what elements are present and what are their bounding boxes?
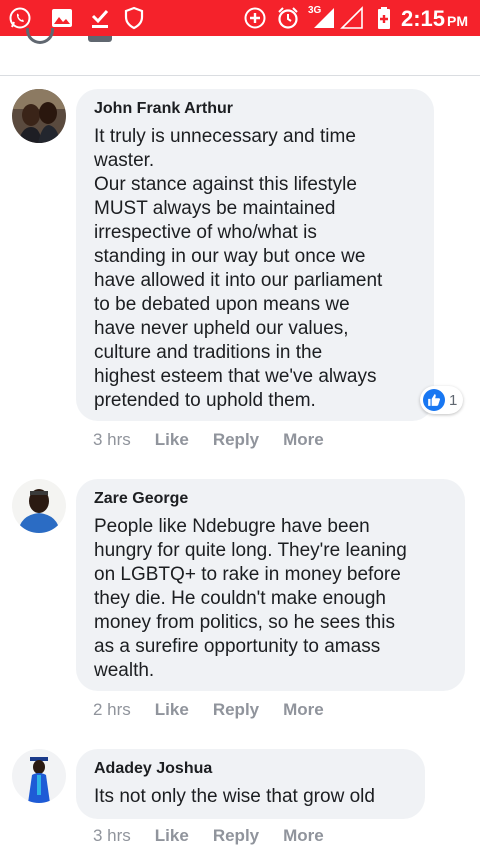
comment-actions: 2 hrs Like Reply More — [93, 700, 348, 720]
comment-text: People like Ndebugre have been hungry fo… — [94, 516, 407, 681]
shield-icon — [122, 6, 146, 30]
like-icon — [423, 389, 445, 411]
comment-text: It truly is unnecessary and time waster.… — [94, 126, 383, 411]
comment-bubble: John Frank Arthur It truly is unnecessar… — [76, 89, 434, 421]
partial-icon — [88, 36, 112, 42]
like-button[interactable]: Like — [155, 700, 189, 720]
image-icon — [50, 6, 74, 30]
comment-time[interactable]: 3 hrs — [93, 430, 131, 450]
scrolled-header-partial — [0, 28, 480, 76]
more-button[interactable]: More — [283, 826, 324, 846]
comment-time[interactable]: 3 hrs — [93, 826, 131, 846]
reply-button[interactable]: Reply — [213, 700, 259, 720]
divider — [0, 75, 480, 76]
comment-author[interactable]: John Frank Arthur — [94, 99, 418, 119]
reaction-summary[interactable]: 1 — [420, 386, 464, 414]
comment-author[interactable]: Adadey Joshua — [94, 759, 409, 779]
download-check-icon — [88, 6, 112, 30]
like-button[interactable]: Like — [155, 826, 189, 846]
avatar[interactable] — [12, 89, 66, 143]
avatar[interactable] — [12, 479, 66, 533]
add-circle-icon — [243, 6, 267, 30]
status-bar: 3G 2:15 PM — [0, 0, 480, 36]
battery-icon — [372, 6, 396, 30]
no-signal-icon — [340, 6, 364, 30]
clock-ampm: PM — [447, 13, 468, 29]
comment-author[interactable]: Zare George — [94, 489, 449, 509]
comment-actions: 3 hrs Like Reply More — [93, 826, 348, 846]
signal-icon — [312, 6, 336, 30]
comment-text: Its not only the wise that grow old — [94, 786, 375, 807]
reaction-count: 1 — [449, 391, 458, 409]
clock-time: 2:15 — [400, 6, 445, 31]
comment-bubble: Adadey Joshua Its not only the wise that… — [76, 749, 425, 819]
partial-icon — [26, 28, 54, 44]
alarm-icon — [276, 6, 300, 30]
more-button[interactable]: More — [283, 700, 324, 720]
clock: 2:15 PM — [401, 6, 468, 32]
comment-time[interactable]: 2 hrs — [93, 700, 131, 720]
reply-button[interactable]: Reply — [213, 430, 259, 450]
comment-actions: 3 hrs Like Reply More — [93, 430, 348, 450]
whatsapp-icon — [8, 6, 32, 30]
avatar[interactable] — [12, 749, 66, 803]
like-button[interactable]: Like — [155, 430, 189, 450]
reply-button[interactable]: Reply — [213, 826, 259, 846]
comment-bubble: Zare George People like Ndebugre have be… — [76, 479, 465, 691]
more-button[interactable]: More — [283, 430, 324, 450]
